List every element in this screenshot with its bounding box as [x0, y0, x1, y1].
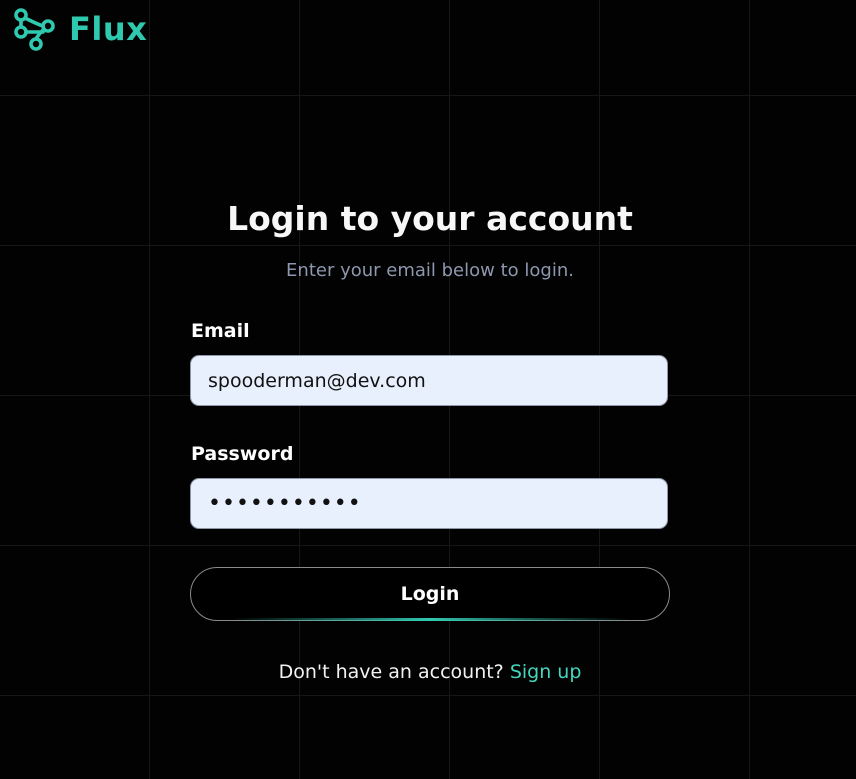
page-subtitle: Enter your email below to login.: [286, 260, 574, 281]
password-field[interactable]: [190, 478, 668, 529]
signup-prompt-text: Don't have an account?: [278, 661, 510, 683]
signup-link[interactable]: Sign up: [510, 661, 582, 683]
brand-name: Flux: [69, 10, 148, 48]
brand-logo[interactable]: Flux: [11, 6, 147, 52]
page-title: Login to your account: [227, 199, 633, 238]
email-label: Email: [191, 320, 250, 342]
password-label: Password: [191, 443, 294, 465]
network-nodes-icon: [14, 8, 55, 51]
email-field[interactable]: [190, 355, 668, 406]
button-glow-accent: [230, 618, 630, 621]
signup-prompt: Don't have an account? Sign up: [0, 661, 856, 683]
login-button[interactable]: Login: [190, 567, 670, 621]
